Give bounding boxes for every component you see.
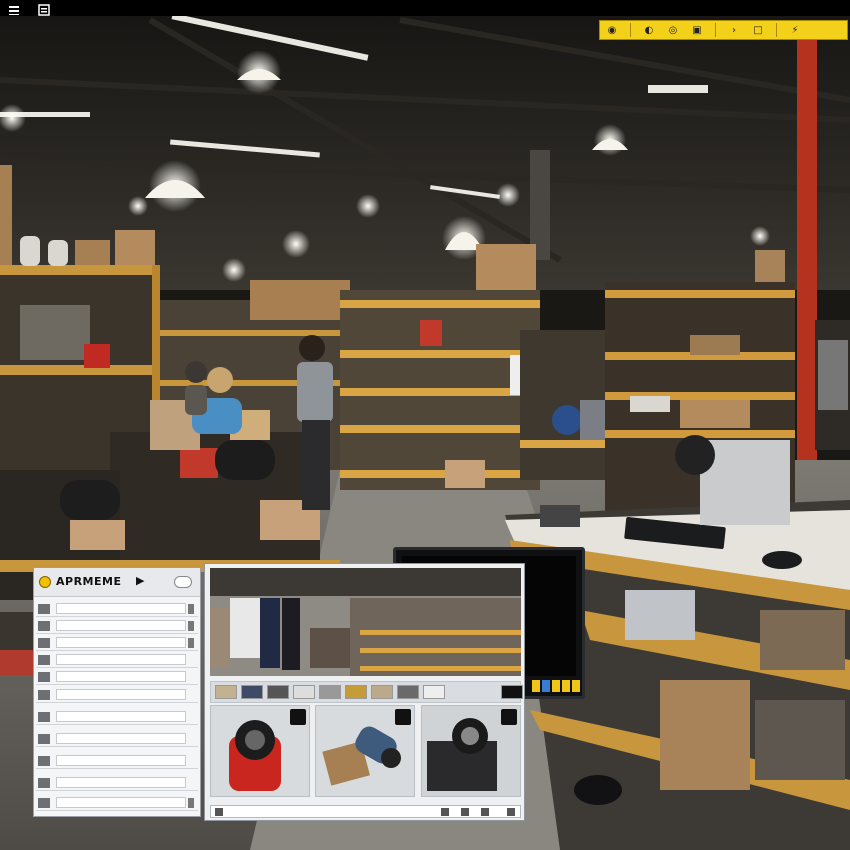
toolbar-divider <box>776 23 777 37</box>
chevron-icon[interactable]: › <box>722 21 746 39</box>
item-icon <box>38 778 50 788</box>
top-system-bar <box>0 0 850 16</box>
row-handle-icon[interactable] <box>188 798 194 808</box>
item-icon <box>38 734 50 744</box>
status-bar <box>210 805 521 818</box>
status-icon <box>481 808 489 816</box>
item-icon <box>38 621 50 631</box>
save-icon[interactable]: ▣ <box>685 21 709 39</box>
item-field[interactable] <box>56 671 186 682</box>
image-tile[interactable] <box>210 705 310 797</box>
panel-header: APRMEME ▶ <box>34 568 200 597</box>
eye-icon[interactable]: ◐ <box>637 21 661 39</box>
square-icon[interactable]: □ <box>746 21 770 39</box>
monitor-key <box>572 680 580 692</box>
app-title: APRMEME <box>56 575 122 588</box>
app-logo-icon <box>39 576 51 588</box>
image-grid <box>210 705 521 797</box>
image-browser-window <box>204 563 525 821</box>
list-item[interactable] <box>36 796 198 811</box>
thumbnail[interactable] <box>293 685 315 699</box>
item-icon <box>38 604 50 614</box>
status-icon <box>461 808 469 816</box>
thumbnail[interactable] <box>319 685 341 699</box>
list-item[interactable] <box>36 754 198 769</box>
item-field[interactable] <box>56 654 186 665</box>
thumbnail[interactable] <box>215 685 237 699</box>
thumbnail[interactable] <box>371 685 393 699</box>
item-field[interactable] <box>56 689 186 700</box>
item-icon <box>38 655 50 665</box>
item-field[interactable] <box>56 733 186 744</box>
row-handle-icon[interactable] <box>188 638 194 648</box>
image-tile[interactable] <box>315 705 415 797</box>
list-item[interactable] <box>36 602 198 617</box>
list-item[interactable] <box>36 710 198 725</box>
item-icon <box>38 690 50 700</box>
status-icon <box>215 808 223 816</box>
thumbnail[interactable] <box>345 685 367 699</box>
list-item[interactable] <box>36 636 198 651</box>
item-icon <box>38 798 50 808</box>
store-preview-image <box>210 568 521 676</box>
app-sidebar-panel: APRMEME ▶ <box>33 567 201 817</box>
desk-mouse <box>574 775 622 805</box>
item-field[interactable] <box>56 777 186 788</box>
pin-icon[interactable]: ◎ <box>661 21 685 39</box>
thumbnail[interactable] <box>501 685 523 699</box>
item-field[interactable] <box>56 711 186 722</box>
checkbox-icon[interactable] <box>395 709 411 725</box>
item-field[interactable] <box>56 755 186 766</box>
monitor-key <box>552 680 560 692</box>
image-tile[interactable] <box>421 705 521 797</box>
checkbox-icon[interactable] <box>501 709 517 725</box>
item-field[interactable] <box>56 637 186 648</box>
row-handle-icon[interactable] <box>188 604 194 614</box>
monitor-key <box>542 680 550 692</box>
list-item[interactable] <box>36 653 198 668</box>
item-icon <box>38 756 50 766</box>
item-icon <box>38 672 50 682</box>
target-icon[interactable]: ◉ <box>600 21 624 39</box>
list-item[interactable] <box>36 732 198 747</box>
capture-toolbar: ◉ ◐ ◎ ▣ › □ ⚡ <box>599 20 848 40</box>
monitor-key <box>532 680 540 692</box>
menu-icon[interactable] <box>8 1 20 15</box>
list-item[interactable] <box>36 776 198 791</box>
thumbnail[interactable] <box>267 685 289 699</box>
status-icon <box>441 808 449 816</box>
checkbox-icon[interactable] <box>290 709 306 725</box>
play-icon[interactable]: ▶ <box>136 574 144 587</box>
item-field[interactable] <box>56 620 186 631</box>
item-icon <box>38 638 50 648</box>
item-field[interactable] <box>56 603 186 614</box>
thumbnail[interactable] <box>241 685 263 699</box>
thumbnail-strip <box>210 681 523 703</box>
toggle-switch[interactable] <box>174 576 192 588</box>
thumbnail[interactable] <box>397 685 419 699</box>
monitor-key <box>562 680 570 692</box>
status-icon <box>507 808 515 816</box>
toolbar-divider <box>715 23 716 37</box>
list-item[interactable] <box>36 670 198 685</box>
monitor-color-keys <box>532 680 580 692</box>
list-icon[interactable] <box>38 1 50 16</box>
list-item[interactable] <box>36 688 198 703</box>
item-field[interactable] <box>56 797 186 808</box>
bolt-icon[interactable]: ⚡ <box>783 21 807 39</box>
toolbar-divider <box>630 23 631 37</box>
row-handle-icon[interactable] <box>188 621 194 631</box>
thumbnail[interactable] <box>423 685 445 699</box>
list-item[interactable] <box>36 619 198 634</box>
item-icon <box>38 712 50 722</box>
